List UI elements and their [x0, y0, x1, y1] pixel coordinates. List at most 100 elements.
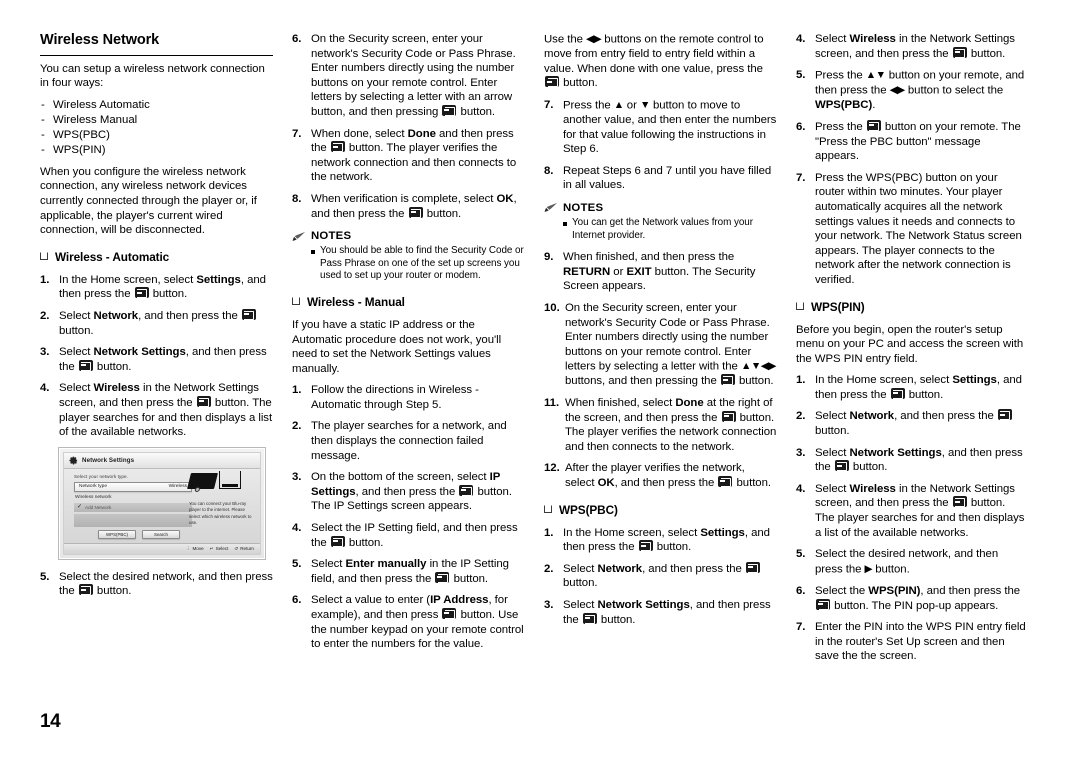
connection-methods-list: Wireless AutomaticWireless ManualWPS(PBC…: [40, 98, 273, 158]
intro-paragraph: You can setup a wireless network connect…: [40, 62, 265, 90]
step-number: 11.: [544, 396, 560, 409]
step-number: 7.: [544, 98, 554, 111]
enter-button-icon: [718, 475, 733, 487]
step-number: 2.: [292, 420, 302, 433]
screenshot-footer: ⋮ Move ↵ Select ↺ Return: [64, 542, 260, 554]
step-item: 3. Select Network Settings, and then pres…: [796, 446, 1026, 475]
emphasis-text: EXIT: [626, 265, 652, 278]
check-icon: ✓: [77, 504, 83, 511]
wireless-automatic-steps-cont: 6. On the Security screen, enter your net…: [292, 32, 525, 221]
wps-pbc-button[interactable]: WPS(PBC): [98, 529, 136, 539]
disconnect-note: When you configure the wireless network …: [40, 165, 257, 237]
step-number: 10.: [544, 301, 560, 314]
emphasis-text: Network: [93, 310, 139, 323]
step-text: Select the desired network, and then pre…: [59, 570, 273, 598]
step-item: 6. On the Security screen, enter your net…: [292, 32, 525, 120]
step-item: 8. When verification is complete, select …: [292, 192, 525, 221]
notes-block-1: NOTES You should be able to find the Sec…: [292, 230, 525, 283]
step-number: 4.: [796, 33, 806, 45]
step-item: 6. Select a value to enter (IP Address, f…: [292, 593, 525, 651]
enter-button-icon: [78, 359, 93, 371]
step-text: When finished, select Done at the right …: [565, 396, 777, 453]
enter-button-icon: [442, 608, 457, 619]
enter-button-icon: [408, 206, 423, 218]
screenshot-frame: Network Settings Select your network typ…: [63, 451, 261, 555]
step-text: Press the ▲ or ▼ button to move to anoth…: [563, 98, 777, 156]
emphasis-text: WPS(PBC): [815, 99, 873, 112]
step-text: Press the WPS(PBC) button on your router…: [815, 171, 1022, 286]
step-text: In the Home screen, select Settings, and…: [59, 273, 266, 301]
step-text: After the player verifies the network, s…: [565, 462, 771, 489]
arrow-down-icon: ▼: [639, 98, 650, 111]
column-1: Wireless Network You can setup a wireles…: [40, 32, 273, 692]
step-text: When done, select Done and then press th…: [311, 127, 517, 184]
step-item: 6. Select the WPS(PIN), and then press th…: [796, 584, 1026, 613]
step-text: When verification is complete, select OK…: [311, 192, 517, 220]
step-item: 9. When finished, and then press the RETU…: [544, 250, 777, 294]
arrows-all-directions-icon: ▲▼◀▶: [740, 360, 776, 373]
add-network-item[interactable]: ✓ Add Network: [74, 502, 192, 512]
step-text: On the bottom of the screen, select IP S…: [311, 471, 512, 513]
step-item: 7. When done, select Done and then press …: [292, 127, 525, 185]
step-number: 7.: [796, 171, 806, 184]
step-text: Select the desired network, and then pre…: [815, 548, 999, 576]
arrow-right-icon: ▶: [864, 562, 873, 575]
dpad-icon: ⋮: [185, 545, 191, 551]
subhead-label: WPS(PIN): [811, 299, 865, 314]
step-text: Press the button on your remote. The "Pr…: [815, 119, 1021, 163]
screenshot-body: Select your network type. Network type W…: [64, 469, 260, 554]
step-item: 5. Select the desired network, and then p…: [796, 547, 1026, 577]
enter-button-icon: [952, 496, 967, 508]
notes-title: NOTES: [311, 230, 352, 243]
step-item: 3. Select Network Settings, and then pres…: [40, 345, 273, 374]
subhead-wps-pin: WPS(PIN): [796, 300, 1026, 314]
step-item: 6. Press the button on your remote. The "…: [796, 119, 1026, 164]
list-item: WPS(PBC): [40, 128, 273, 143]
enter-button-icon: [816, 598, 830, 610]
wps-pbc-steps-cont: 4. Select Wireless in the Network Setting…: [796, 32, 1026, 288]
enter-button-icon: [890, 387, 905, 399]
step-item: 1. In the Home screen, select Settings, a…: [796, 373, 1026, 402]
enter-button-icon: [997, 409, 1012, 421]
step-number: 2.: [544, 562, 554, 575]
footer-return: ↺ Return: [234, 546, 254, 552]
enter-button-icon: [745, 561, 760, 573]
step-number: 7.: [796, 621, 806, 634]
network-list-placeholder: [74, 513, 192, 527]
step-number: 6.: [292, 33, 302, 45]
list-item: You can get the Network values from your…: [563, 217, 777, 242]
enter-button-icon: [78, 584, 93, 596]
search-button[interactable]: Search: [142, 529, 180, 539]
step-number: 4.: [292, 522, 302, 535]
step-item: 11. When finished, select Done at the rig…: [544, 396, 777, 454]
enter-button-icon: [134, 287, 149, 299]
step-text: Select the IP Setting field, and then pr…: [311, 522, 518, 549]
step-number: 1.: [544, 526, 554, 539]
subhead-wps-pbc: WPS(PBC): [544, 503, 777, 517]
step-number: 2.: [796, 410, 806, 423]
step-item: 2. Select Network, and then press the but…: [40, 309, 273, 338]
device-art: [187, 470, 255, 497]
wps-pin-intro: Before you begin, open the router's setu…: [796, 323, 1024, 365]
manual-page: Wireless Network You can setup a wireles…: [0, 0, 1080, 761]
step-number: 8.: [544, 164, 554, 177]
step-text: In the Home screen, select Settings, and…: [563, 526, 770, 554]
network-settings-screenshot: Network Settings Select your network typ…: [58, 446, 266, 560]
notes-block-2: NOTES You can get the Network values fro…: [544, 202, 777, 242]
return-icon: ↺: [234, 545, 239, 551]
step-item: 3. Select Network Settings, and then pres…: [544, 598, 777, 627]
notes-heading: NOTES: [292, 230, 525, 242]
step-text: Select Network, and then press the butto…: [815, 409, 1026, 438]
manual-step6-continued: Use the ◀▶ buttons on the remote control…: [544, 33, 764, 90]
wps-pin-steps: 1. In the Home screen, select Settings, a…: [796, 373, 1026, 664]
network-type-row[interactable]: Network type Wireless: [74, 481, 192, 492]
bullet-square-icon: [796, 301, 804, 310]
bullet-square-icon: [292, 296, 300, 305]
wireless-manual-steps-9-12: 9. When finished, and then press the RETU…: [544, 250, 777, 490]
step-item: 4. Select Wireless in the Network Setting…: [796, 32, 1026, 61]
screenshot-description: You can connect your Blu-ray player to t…: [189, 500, 252, 525]
step-number: 3.: [544, 598, 554, 611]
subhead-wireless-automatic: Wireless - Automatic: [40, 250, 273, 264]
step-number: 4.: [796, 482, 806, 495]
footer-return-label: Return: [240, 546, 254, 552]
